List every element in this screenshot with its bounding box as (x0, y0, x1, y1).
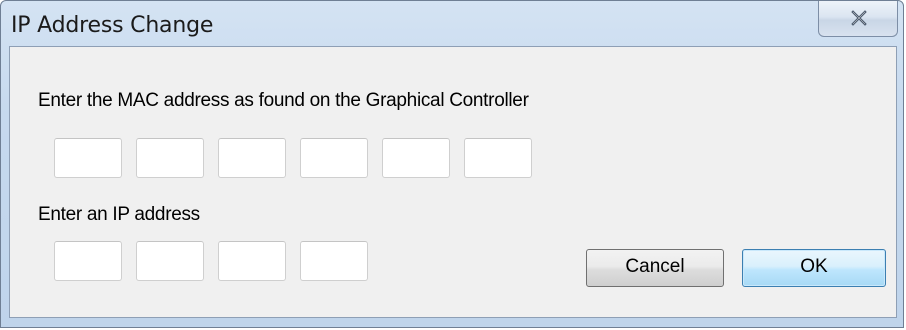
close-button[interactable] (818, 1, 898, 37)
ok-button[interactable]: OK (742, 249, 886, 287)
mac-octet-3-input[interactable] (218, 138, 286, 178)
mac-address-label: Enter the MAC address as found on the Gr… (38, 90, 529, 111)
title-bar[interactable]: IP Address Change (1, 1, 903, 39)
dialog-client-area: Enter the MAC address as found on the Gr… (9, 46, 897, 318)
ip-octet-1-input[interactable] (54, 241, 122, 281)
ip-address-label: Enter an IP address (38, 204, 200, 225)
mac-octet-6-input[interactable] (464, 138, 532, 178)
mac-octet-2-input[interactable] (136, 138, 204, 178)
ip-octet-4-input[interactable] (300, 241, 368, 281)
dialog-title: IP Address Change (11, 13, 214, 38)
ip-address-change-dialog: IP Address Change Enter the MAC address … (0, 0, 904, 328)
mac-octet-1-input[interactable] (54, 138, 122, 178)
mac-octet-5-input[interactable] (382, 138, 450, 178)
close-icon (851, 10, 867, 26)
ip-octet-3-input[interactable] (218, 241, 286, 281)
cancel-button[interactable]: Cancel (586, 249, 724, 287)
ip-octet-2-input[interactable] (136, 241, 204, 281)
mac-octet-4-input[interactable] (300, 138, 368, 178)
